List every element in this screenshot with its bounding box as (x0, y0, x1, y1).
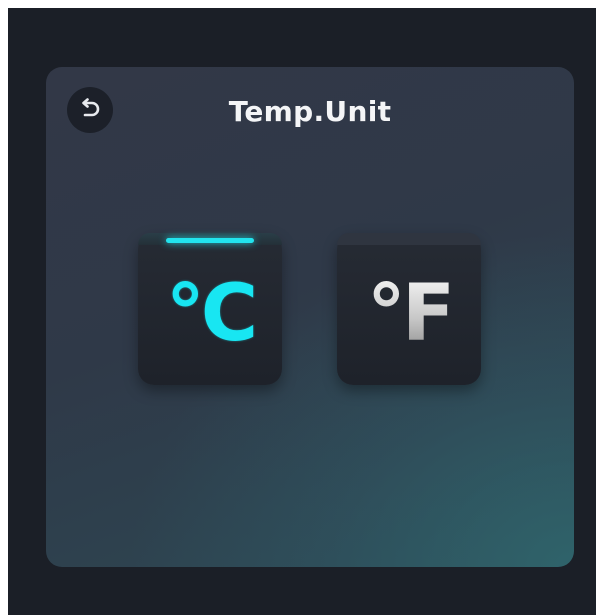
fahrenheit-button[interactable]: °F (337, 233, 481, 385)
fahrenheit-label: °F (366, 269, 455, 359)
screen: Temp.Unit °C °F (8, 8, 596, 615)
celsius-button[interactable]: °C (138, 233, 282, 385)
celsius-label: °C (165, 269, 258, 359)
page-title: Temp.Unit (228, 95, 392, 128)
button-top-edge (337, 233, 481, 245)
selected-indicator (166, 238, 254, 243)
temp-unit-panel: Temp.Unit °C °F (46, 67, 574, 567)
